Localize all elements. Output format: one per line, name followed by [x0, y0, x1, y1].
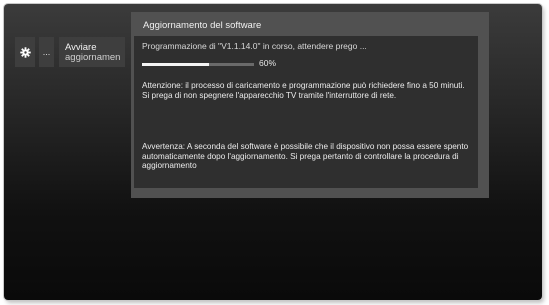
more-button[interactable]: ...: [39, 37, 54, 67]
start-update-sublabel: aggiornamen: [65, 52, 121, 63]
progress-status-text: Programmazione di "V1.1.14.0" in corso, …: [142, 41, 367, 51]
progress-percent: 60%: [259, 58, 277, 68]
progress-bar-fill: [142, 63, 210, 66]
tv-screen: ... Avviare aggiornamen Aggiornamento de…: [4, 4, 542, 300]
start-update-button[interactable]: Avviare aggiornamen: [59, 37, 125, 67]
more-label: ...: [42, 47, 51, 57]
settings-button[interactable]: [15, 37, 35, 67]
dialog-content: Programmazione di "V1.1.14.0" in corso, …: [134, 36, 478, 188]
gear-icon: [19, 46, 31, 58]
software-update-dialog: Aggiornamento del software Programmazion…: [131, 12, 489, 198]
progress-bar: [142, 63, 254, 66]
warning-message: Avvertenza: A seconda del software è pos…: [142, 142, 469, 171]
dialog-title: Aggiornamento del software: [143, 20, 262, 31]
attention-message: Attenzione: il processo di caricamento e…: [142, 81, 465, 100]
